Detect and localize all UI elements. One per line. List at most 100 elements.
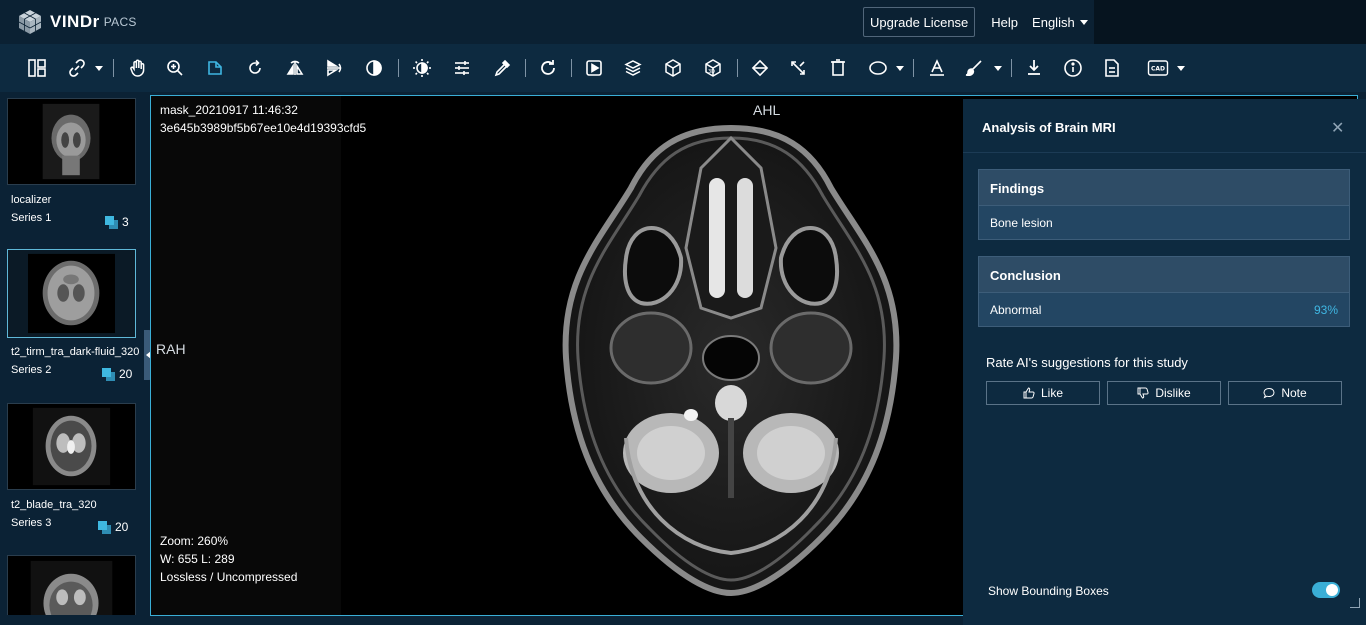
- panel-title: Analysis of Brain MRI: [982, 120, 1116, 135]
- series-description: t2_blade_tra_320: [11, 499, 97, 511]
- info-icon[interactable]: [1061, 56, 1085, 80]
- window-level-icon[interactable]: [410, 56, 434, 80]
- comment-icon: [1263, 387, 1275, 399]
- orientation-marker-top: AHL: [753, 102, 781, 118]
- chevron-down-icon[interactable]: [1177, 66, 1185, 71]
- series-sidebar: localizer Series 1 3 t2_tirm_tra_dark-fl…: [0, 92, 144, 625]
- chevron-down-icon: [1079, 19, 1088, 25]
- toolbar: 3D CAD: [0, 44, 1366, 92]
- series-thumbnail-2[interactable]: [7, 249, 136, 338]
- series-count: 20: [102, 367, 132, 381]
- delete-icon[interactable]: [826, 56, 850, 80]
- zoom-icon[interactable]: [163, 56, 187, 80]
- series-4-thumbnail-image: [30, 560, 113, 625]
- orientation-marker-left: RAH: [156, 341, 186, 357]
- series-thumbnail-4[interactable]: [7, 555, 136, 625]
- brush-icon[interactable]: [962, 56, 986, 80]
- t2-blade-thumbnail-image: [32, 407, 111, 486]
- ellipse-icon[interactable]: [866, 56, 890, 80]
- localizer-thumbnail-image: [42, 103, 100, 180]
- finding-label: Bone lesion: [990, 216, 1053, 230]
- chevron-down-icon[interactable]: [95, 66, 103, 71]
- overlay-study-date: mask_20210917 11:46:32: [160, 103, 298, 117]
- logo-text: VINDr: [50, 12, 100, 31]
- flip-horizontal-icon[interactable]: [283, 56, 307, 80]
- series-name: Series 3: [11, 517, 52, 529]
- ai-analysis-panel: Analysis of Brain MRI ✕ Findings Bone le…: [963, 99, 1366, 625]
- overlay-window-level: W: 655 L: 289: [160, 552, 235, 566]
- mpr-icon[interactable]: [661, 56, 685, 80]
- series-description: localizer: [11, 194, 52, 206]
- mri-axial-image: [562, 124, 900, 597]
- expand-icon[interactable]: [786, 56, 810, 80]
- series-count: 3: [105, 215, 129, 229]
- header-actions: Upgrade License Help English: [860, 0, 1094, 44]
- rate-suggestions-title: Rate AI's suggestions for this study: [986, 355, 1188, 370]
- chevron-down-icon[interactable]: [896, 66, 904, 71]
- header-empty-area: [1094, 0, 1366, 44]
- toolbar-divider: [913, 59, 914, 77]
- findings-header[interactable]: Findings: [978, 169, 1350, 206]
- series-name: Series 2: [11, 364, 52, 376]
- download-icon[interactable]: [1022, 56, 1046, 80]
- toolbar-divider: [737, 59, 738, 77]
- close-icon[interactable]: ✕: [1331, 118, 1344, 138]
- help-link[interactable]: Help: [991, 15, 1018, 30]
- series-thumbnail-1[interactable]: [7, 98, 136, 185]
- image-stack-icon: [102, 367, 116, 381]
- logo-subtext: PACS: [103, 15, 137, 29]
- dislike-button[interactable]: Dislike: [1107, 381, 1221, 405]
- angle-icon[interactable]: [748, 56, 772, 80]
- flair-thumbnail-image: [28, 253, 115, 334]
- adjust-icon[interactable]: [450, 56, 474, 80]
- resize-handle[interactable]: [1350, 598, 1360, 608]
- overlay-zoom: Zoom: 260%: [160, 534, 229, 548]
- series-name: Series 1: [11, 212, 52, 224]
- svg-text:CAD: CAD: [1151, 66, 1165, 73]
- image-stack-icon: [98, 520, 112, 534]
- chevron-down-icon[interactable]: [994, 66, 1002, 71]
- link-icon[interactable]: [65, 56, 89, 80]
- thumbs-down-icon: [1137, 387, 1149, 399]
- upgrade-license-button[interactable]: Upgrade License: [863, 7, 976, 37]
- eyedropper-icon[interactable]: [490, 56, 514, 80]
- flip-vertical-icon[interactable]: [322, 56, 346, 80]
- toolbar-divider: [398, 59, 399, 77]
- show-bounding-boxes-toggle[interactable]: [1312, 582, 1340, 598]
- conclusion-row[interactable]: Abnormal 93%: [978, 293, 1350, 327]
- conclusion-label: Abnormal: [990, 303, 1042, 317]
- conclusion-score: 93%: [1313, 303, 1338, 317]
- toolbar-divider: [1011, 59, 1012, 77]
- layout-icon[interactable]: [25, 56, 49, 80]
- crop-icon[interactable]: [203, 56, 227, 80]
- note-button[interactable]: Note: [1228, 381, 1342, 405]
- toggle-knob: [1326, 584, 1338, 596]
- invert-icon[interactable]: [362, 56, 386, 80]
- logo-cube-icon: [18, 10, 42, 34]
- findings-title: Findings: [990, 181, 1045, 196]
- overlay-study-uid: 3e645b3989bf5b67ee10e4d19393cfd5: [160, 121, 367, 135]
- play-icon[interactable]: [582, 56, 606, 80]
- series-thumbnail-3[interactable]: [7, 403, 136, 490]
- report-icon[interactable]: [1100, 56, 1124, 80]
- language-select[interactable]: English: [1032, 15, 1088, 30]
- svg-text:3D: 3D: [708, 69, 715, 75]
- stack-icon[interactable]: [621, 56, 645, 80]
- overlay-compression: Lossless / Uncompressed: [160, 570, 298, 584]
- toolbar-divider: [113, 59, 114, 77]
- text-icon[interactable]: [925, 56, 949, 80]
- app-header: VINDr PACS Upgrade License Help English: [0, 0, 1366, 44]
- pan-icon[interactable]: [126, 56, 150, 80]
- app-logo[interactable]: VINDr PACS: [16, 7, 137, 37]
- reset-icon[interactable]: [536, 56, 560, 80]
- 3d-icon[interactable]: 3D: [701, 56, 725, 80]
- like-button[interactable]: Like: [986, 381, 1100, 405]
- series-description: t2_tirm_tra_dark-fluid_320: [11, 346, 140, 358]
- rotate-icon[interactable]: [243, 56, 267, 80]
- toolbar-divider: [571, 59, 572, 77]
- finding-row[interactable]: Bone lesion: [978, 206, 1350, 240]
- show-bounding-boxes-label: Show Bounding Boxes: [988, 584, 1109, 598]
- conclusion-header[interactable]: Conclusion: [978, 256, 1350, 293]
- language-value: English: [1032, 14, 1075, 30]
- cad-icon[interactable]: CAD: [1145, 56, 1171, 80]
